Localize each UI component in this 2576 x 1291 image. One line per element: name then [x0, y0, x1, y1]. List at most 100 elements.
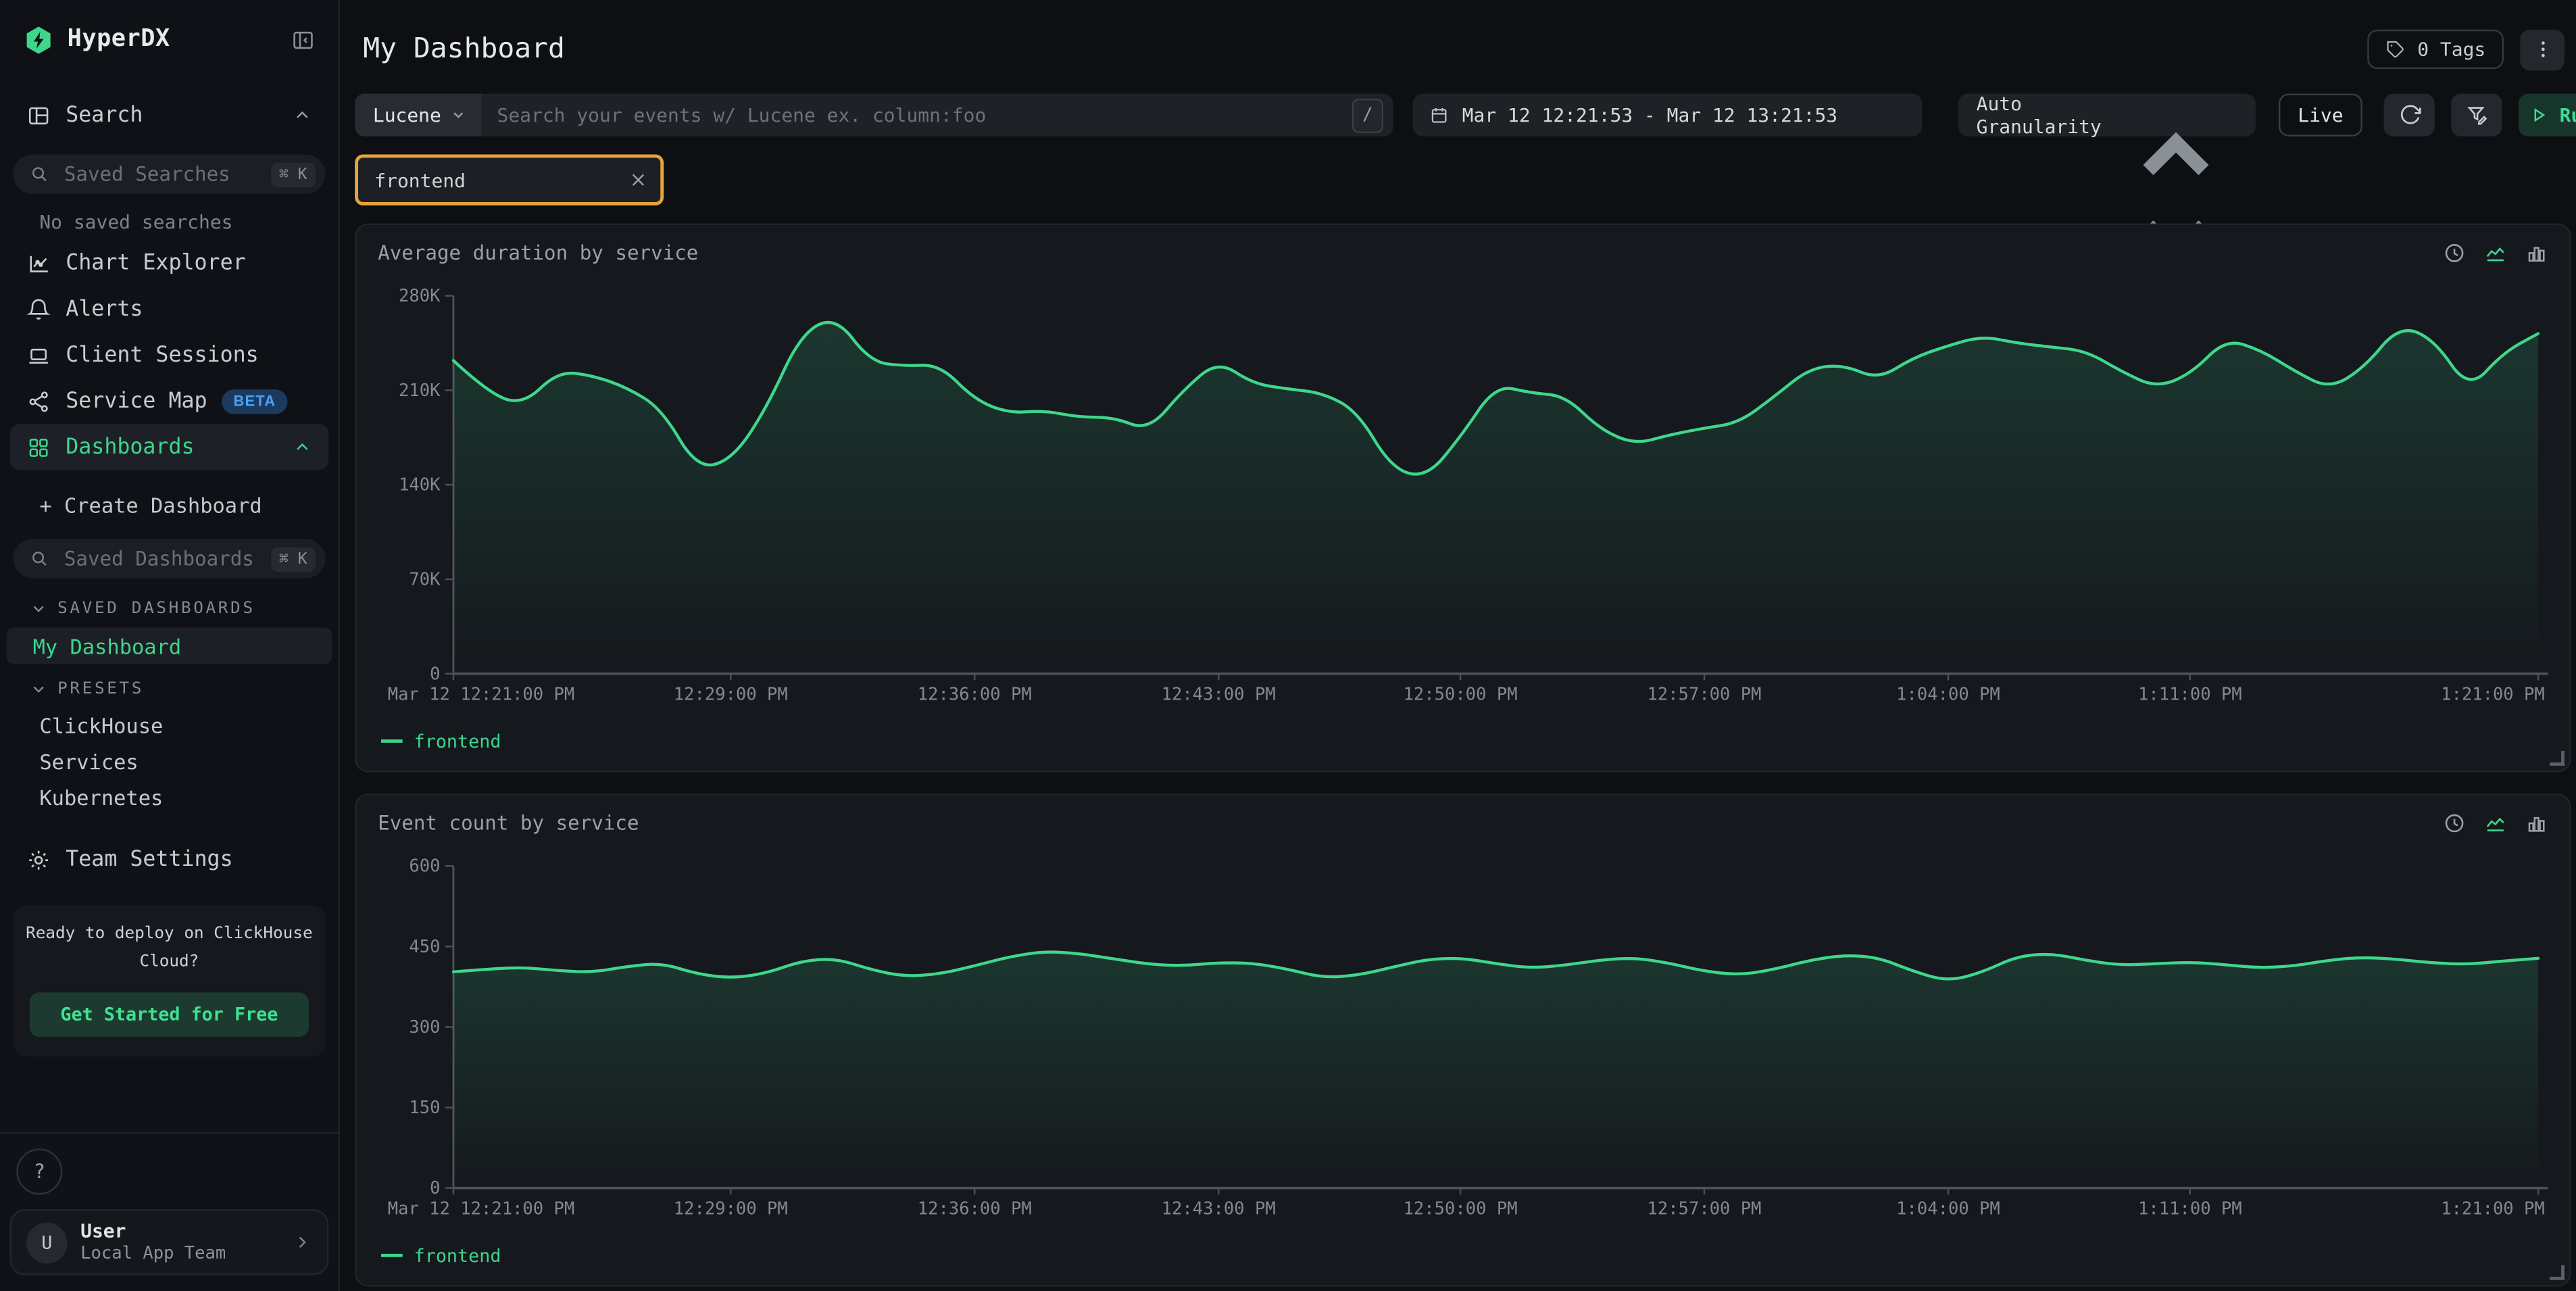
sidebar-item-dashboards[interactable]: Dashboards [10, 424, 329, 470]
user-menu[interactable]: U User Local App Team [10, 1209, 329, 1275]
logo-row: HyperDX [23, 20, 316, 59]
preset-item-kubernetes[interactable]: Kubernetes [0, 781, 339, 815]
run-button[interactable]: Run [2519, 94, 2576, 137]
saved-dashboards-input[interactable]: ⌘ K [13, 539, 325, 578]
dashboards-grid-icon [26, 435, 51, 459]
section-presets[interactable]: PRESETS [30, 680, 339, 698]
sidebar-footer: ? U User Local App Team [0, 1132, 339, 1291]
run-label: Run [2560, 103, 2576, 126]
user-name: User [80, 1219, 279, 1243]
query-language-label: Lucene [373, 103, 441, 126]
sidebar-item-alerts[interactable]: Alerts [10, 286, 329, 332]
chart-panel-event-count: Event count by service 6004503001500Mar … [355, 794, 2571, 1286]
svg-text:12:29:00 PM: 12:29:00 PM [674, 685, 788, 705]
sidebar-item-search[interactable]: Search [10, 92, 329, 138]
user-team: Local App Team [80, 1243, 279, 1265]
close-icon[interactable] [629, 171, 647, 189]
clickhouse-promo-card: Ready to deploy on ClickHouse Cloud? Get… [13, 906, 325, 1057]
legend-series-name: frontend [414, 731, 501, 752]
sidebar: HyperDX Search ⌘ K No saved searches [0, 0, 340, 1291]
time-range-picker[interactable]: Mar 12 12:21:53 - Mar 12 13:21:53 [1413, 94, 1923, 137]
sidebar-item-service-map[interactable]: Service Map BETA [10, 378, 329, 424]
filter-edit-button[interactable] [2451, 94, 2502, 137]
sidebar-collapse-icon[interactable] [291, 27, 315, 51]
select-chevrons-icon [2110, 103, 2243, 127]
calendar-icon [1429, 105, 1449, 125]
brand-name: HyperDX [68, 26, 291, 53]
no-saved-searches-text: No saved searches [39, 210, 338, 233]
svg-text:1:04:00 PM: 1:04:00 PM [1896, 1199, 2000, 1219]
page-title: My Dashboard [363, 33, 2368, 66]
svg-text:12:50:00 PM: 12:50:00 PM [1404, 685, 1518, 705]
bar-chart-view-icon[interactable] [2525, 241, 2548, 264]
chart-legend[interactable]: frontend [381, 1242, 2548, 1269]
chevron-up-icon [293, 437, 312, 457]
play-icon [2528, 105, 2548, 125]
promo-text: Ready to deploy on ClickHouse Cloud? [23, 922, 316, 976]
chevron-down-icon [449, 107, 466, 123]
chart-canvas: 6004503001500Mar 12 12:21:00 PM12:29:00 … [378, 843, 2548, 1240]
section-label: SAVED DASHBOARDS [57, 600, 255, 618]
query-language-select[interactable]: Lucene [355, 94, 480, 137]
page-header: My Dashboard 0 Tags [355, 24, 2571, 74]
service-map-icon [26, 389, 51, 413]
bar-chart-view-icon[interactable] [2525, 812, 2548, 835]
sidebar-item-label: Service Map [66, 389, 207, 413]
sidebar-item-client-sessions[interactable]: Client Sessions [10, 332, 329, 378]
time-range-value: Mar 12 12:21:53 - Mar 12 13:21:53 [1462, 103, 1837, 126]
preset-item-services[interactable]: Services [0, 744, 339, 779]
line-chart-view-icon[interactable] [2484, 241, 2507, 264]
live-button[interactable]: Live [2279, 94, 2362, 137]
saved-searches-input[interactable]: ⌘ K [13, 155, 325, 194]
svg-text:600: 600 [409, 856, 440, 877]
saved-dashboard-item[interactable]: My Dashboard [7, 628, 332, 664]
panel-resize-handle[interactable] [2550, 751, 2565, 766]
main-content: My Dashboard 0 Tags Lucene / [340, 0, 2576, 1291]
chevron-right-icon [293, 1232, 312, 1252]
svg-text:12:43:00 PM: 12:43:00 PM [1162, 1199, 1276, 1219]
svg-text:12:57:00 PM: 12:57:00 PM [1648, 685, 1762, 705]
search-icon [30, 549, 49, 568]
dashboard-menu-button[interactable] [2520, 29, 2565, 70]
svg-text:12:50:00 PM: 12:50:00 PM [1404, 1199, 1518, 1219]
chart-canvas: 280K210K140K70K0Mar 12 12:21:00 PM12:29:… [378, 273, 2548, 727]
line-chart-event-count[interactable]: 6004503001500Mar 12 12:21:00 PM12:29:00 … [378, 843, 2548, 1240]
shortcut-badge: ⌘ K [271, 546, 316, 570]
svg-text:70K: 70K [409, 569, 441, 589]
svg-text:12:29:00 PM: 12:29:00 PM [674, 1199, 788, 1219]
sidebar-item-team-settings[interactable]: Team Settings [10, 838, 329, 883]
chart-legend[interactable]: frontend [381, 728, 2548, 754]
chevron-down-icon [30, 600, 48, 618]
bell-icon [26, 297, 51, 321]
help-button[interactable]: ? [16, 1148, 62, 1194]
chart-view-controls [2443, 812, 2548, 835]
get-started-button[interactable]: Get Started for Free [30, 992, 309, 1037]
hyperdx-logo-icon [23, 24, 54, 55]
svg-text:1:04:00 PM: 1:04:00 PM [1896, 685, 2000, 705]
sidebar-item-label: Team Settings [66, 848, 232, 872]
clock-icon[interactable] [2443, 812, 2466, 835]
svg-text:210K: 210K [399, 381, 441, 401]
granularity-value: Auto Granularity [1977, 92, 2110, 138]
panel-resize-handle[interactable] [2550, 1265, 2565, 1280]
saved-searches-field[interactable] [61, 161, 259, 187]
svg-text:12:36:00 PM: 12:36:00 PM [918, 685, 1032, 705]
line-chart-average-duration[interactable]: 280K210K140K70K0Mar 12 12:21:00 PM12:29:… [378, 273, 2548, 727]
create-dashboard-button[interactable]: + Create Dashboard [39, 493, 338, 526]
section-saved-dashboards[interactable]: SAVED DASHBOARDS [30, 600, 339, 618]
line-chart-view-icon[interactable] [2484, 812, 2507, 835]
filter-chip-frontend[interactable]: frontend [355, 155, 664, 205]
svg-text:12:57:00 PM: 12:57:00 PM [1648, 1199, 1762, 1219]
gear-icon [26, 848, 51, 872]
sidebar-item-label: Chart Explorer [66, 251, 245, 275]
preset-item-clickhouse[interactable]: ClickHouse [0, 708, 339, 743]
sidebar-item-chart-explorer[interactable]: Chart Explorer [10, 240, 329, 286]
tags-button[interactable]: 0 Tags [2368, 30, 2504, 69]
clock-icon[interactable] [2443, 241, 2466, 264]
svg-text:280K: 280K [399, 286, 441, 306]
refresh-button[interactable] [2384, 94, 2435, 137]
saved-dashboards-field[interactable] [61, 545, 259, 572]
granularity-select[interactable]: Auto Granularity [1958, 94, 2256, 137]
event-search-input[interactable] [480, 94, 1352, 137]
chart-panel-average-duration: Average duration by service 280K210K140K… [355, 224, 2571, 773]
